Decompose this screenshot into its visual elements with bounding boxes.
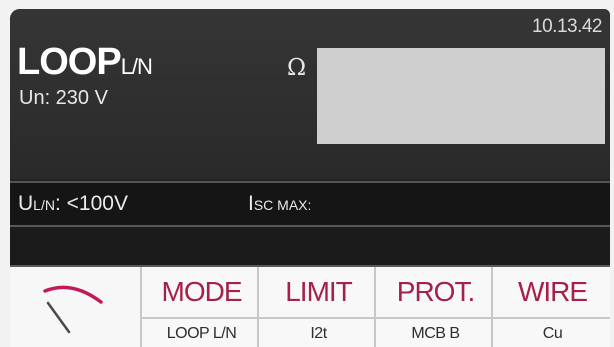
result-panel: 10.13.42 LOOPL/N Un: 230 V Ω [10, 9, 610, 179]
measurement-bar: UL/N: <100V ISC MAX: [10, 181, 610, 225]
uln-label: U [18, 192, 34, 215]
uln-value: : <100V [54, 192, 128, 215]
function-key-value: LOOP L/N [166, 325, 237, 342]
nominal-voltage: Un: 230 V [19, 87, 108, 109]
function-key-limit[interactable]: LIMIT I2t [257, 267, 378, 347]
uln-voltage-reading: UL/N: <100V [18, 192, 128, 216]
function-key-wire[interactable]: WIRE Cu [491, 267, 610, 347]
function-key-value: I2t [310, 325, 327, 342]
result-display-box [317, 48, 605, 144]
function-key-label: MODE [142, 267, 261, 319]
function-key-label: PROT. [376, 267, 495, 319]
test-title: LOOPL/N [17, 41, 153, 84]
instrument-screen: 10.13.42 LOOPL/N Un: 230 V Ω UL/N: <100V… [10, 9, 610, 347]
function-key-label: WIRE [493, 267, 610, 319]
message-bar [10, 225, 610, 265]
analog-meter-gauge-icon [43, 285, 103, 334]
function-key-prot[interactable]: PROT. MCB B [374, 267, 495, 347]
isc-max-reading: ISC MAX: [248, 192, 311, 216]
uln-label-subscript: L/N [33, 197, 55, 213]
test-subscript: L/N [120, 54, 153, 79]
function-key-mode[interactable]: MODE LOOP L/N [140, 267, 261, 347]
test-name: LOOP [17, 41, 122, 83]
function-key-bar: MODE LOOP L/N LIMIT I2t PROT. MCB B WIRE… [10, 265, 610, 347]
function-key-value: Cu [542, 325, 563, 342]
clock-time: 10.13.42 [532, 16, 602, 37]
ohm-unit-label: Ω [287, 55, 307, 81]
start-test-key[interactable] [10, 267, 140, 347]
function-key-value: MCB B [411, 325, 460, 342]
function-key-label: LIMIT [259, 267, 378, 319]
isc-label-subscript: SC MAX: [253, 197, 312, 213]
